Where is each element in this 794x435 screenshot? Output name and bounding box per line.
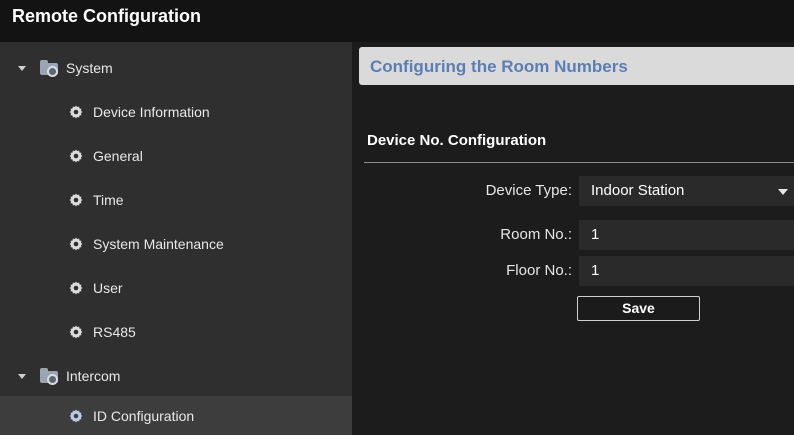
device-type-label: Device Type: <box>485 182 572 199</box>
title-bar: Remote Configuration <box>0 0 794 42</box>
gear-icon <box>68 280 84 296</box>
room-no-input[interactable]: 1 <box>579 220 794 250</box>
sidebar-item-user[interactable]: User <box>0 266 352 310</box>
sidebar-item-label: Time <box>93 192 124 208</box>
save-button[interactable]: Save <box>577 296 700 321</box>
sidebar-item-label: Device Information <box>93 104 210 120</box>
gear-icon <box>68 148 84 164</box>
page-title: Configuring the Room Numbers <box>370 57 628 76</box>
dropdown-arrow-icon[interactable] <box>778 189 788 195</box>
sidebar-item-system[interactable]: System <box>0 46 352 90</box>
collapse-arrow-icon[interactable] <box>18 373 26 379</box>
collapse-arrow-icon[interactable] <box>18 65 26 71</box>
sidebar-item-time[interactable]: Time <box>0 178 352 222</box>
section-divider <box>364 162 794 163</box>
device-type-select[interactable]: Indoor Station <box>579 176 794 206</box>
sidebar-item-intercom[interactable]: Intercom <box>0 354 352 398</box>
main-panel: Configuring the Room Numbers Device No. … <box>352 42 794 435</box>
floor-no-input[interactable]: 1 <box>579 256 794 286</box>
folder-gear-icon <box>40 368 60 385</box>
sidebar-item-device-information[interactable]: Device Information <box>0 90 352 134</box>
sidebar-tree: System Device Information General Time S… <box>0 42 352 435</box>
gear-icon <box>68 104 84 120</box>
sidebar-item-rs485[interactable]: RS485 <box>0 310 352 354</box>
sidebar-item-label: System <box>66 60 113 76</box>
gear-icon <box>68 192 84 208</box>
window-title: Remote Configuration <box>12 6 201 26</box>
sidebar-item-id-configuration[interactable]: ID Configuration <box>0 396 352 435</box>
gear-icon <box>68 236 84 252</box>
page-header: Configuring the Room Numbers <box>359 47 794 85</box>
sidebar-item-label: Intercom <box>66 368 121 384</box>
section-title: Device No. Configuration <box>367 132 547 149</box>
sidebar-item-label: General <box>93 148 143 164</box>
gear-icon <box>68 408 84 424</box>
room-no-label: Room No.: <box>500 226 572 243</box>
sidebar-item-label: RS485 <box>93 324 136 340</box>
sidebar-item-general[interactable]: General <box>0 134 352 178</box>
sidebar-item-system-maintenance[interactable]: System Maintenance <box>0 222 352 266</box>
gear-icon <box>68 324 84 340</box>
device-type-value: Indoor Station <box>591 182 685 199</box>
sidebar-item-label: User <box>93 280 123 296</box>
folder-gear-icon <box>40 60 60 77</box>
sidebar-item-label: System Maintenance <box>93 236 224 252</box>
sidebar-item-label: ID Configuration <box>93 407 195 424</box>
floor-no-label: Floor No.: <box>506 262 572 279</box>
